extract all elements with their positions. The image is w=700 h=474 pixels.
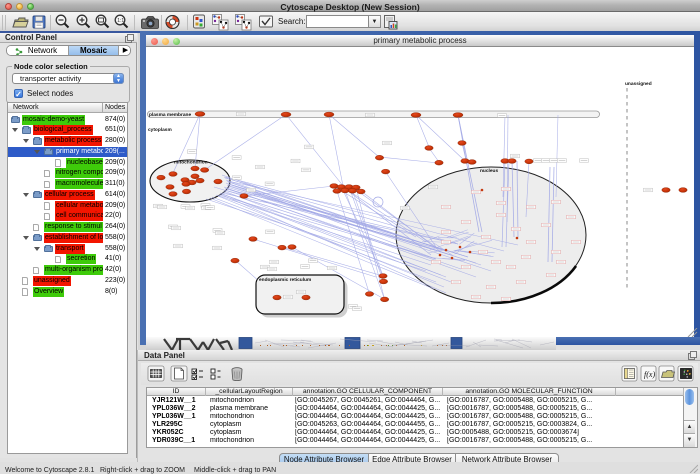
svg-text:plasma membrane: plasma membrane: [149, 112, 191, 118]
svg-text:cytoplasm: cytoplasm: [148, 127, 172, 133]
svg-text:1:1: 1:1: [117, 18, 124, 24]
svg-text:unassigned: unassigned: [625, 81, 652, 87]
svg-text:f(x): f(x): [644, 370, 655, 379]
svg-text:nucleus: nucleus: [480, 168, 498, 174]
svg-text:endoplasmic reticulum: endoplasmic reticulum: [259, 277, 311, 283]
svg-text:mitochondrion: mitochondrion: [174, 160, 208, 166]
